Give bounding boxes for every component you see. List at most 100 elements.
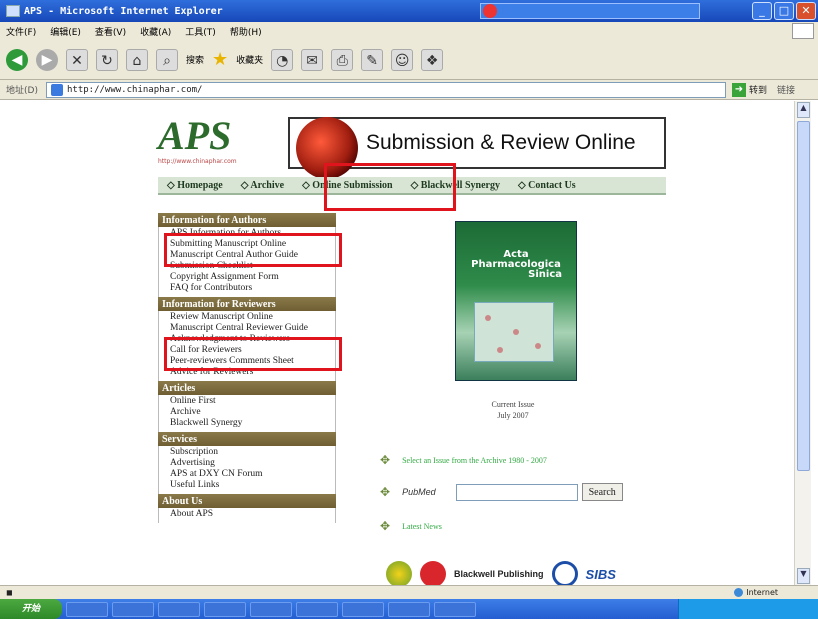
nav-contact-us[interactable]: ◇ Contact Us	[509, 180, 585, 191]
status-page-icon: ◼	[6, 588, 13, 597]
latest-news-row: ✥ Latest News	[380, 519, 442, 533]
header-banner: Submission & Review Online	[288, 117, 666, 179]
search-icon[interactable]: ⌕	[156, 48, 178, 71]
mail-icon[interactable]: ✉	[301, 48, 324, 71]
diamond-bullet-icon: ✥	[380, 519, 391, 533]
diamond-bullet-icon: ✥	[380, 485, 391, 499]
research-icon[interactable]: ❖	[421, 48, 444, 71]
windows-logo-icon	[792, 23, 814, 39]
menu-edit[interactable]: 编辑(E)	[50, 25, 81, 38]
scroll-up-icon[interactable]: ▲	[797, 102, 810, 118]
cover-figure	[474, 302, 554, 362]
go-arrow-icon: ➜	[732, 82, 746, 97]
taskbar: 开始	[0, 599, 818, 619]
sidebar-item[interactable]: Copyright Assignment Form	[170, 272, 335, 283]
window-title: APS - Microsoft Internet Explorer	[24, 5, 223, 17]
home-icon[interactable]: ⌂	[126, 48, 148, 71]
edit-icon[interactable]: ✎	[361, 48, 384, 71]
history-icon[interactable]: ◔	[271, 48, 294, 71]
taskbar-window[interactable]	[204, 601, 246, 617]
sponsor-emblem-icon[interactable]	[386, 561, 412, 585]
refresh-icon[interactable]: ↻	[96, 48, 118, 71]
latest-news-link[interactable]: Latest News	[402, 522, 442, 531]
scroll-down-icon[interactable]: ▼	[797, 568, 810, 584]
system-tray[interactable]	[678, 599, 818, 619]
nav-homepage[interactable]: ◇ Homepage	[158, 180, 232, 191]
vertical-scrollbar[interactable]: ▲ ▼	[794, 101, 811, 585]
sidebar-item[interactable]: Online First	[170, 396, 335, 407]
sidebar-item[interactable]: Subscription	[170, 447, 335, 458]
search-button[interactable]: Search	[581, 483, 623, 501]
address-label: 地址(D)	[6, 86, 38, 96]
highlight-online-submission	[324, 163, 456, 211]
window-controls: _ □ ✕	[752, 2, 816, 20]
sidebar-item[interactable]: APS at DXY CN Forum	[170, 469, 335, 480]
internet-globe-icon	[734, 588, 744, 597]
menu-favorites[interactable]: 收藏(A)	[140, 25, 171, 38]
sponsor-logos: Blackwell Publishing SIBS	[386, 561, 616, 585]
menu-tools[interactable]: 工具(T)	[185, 25, 216, 38]
maximize-button[interactable]: □	[774, 2, 794, 20]
back-icon[interactable]: ◀	[6, 48, 28, 71]
sidebar-item[interactable]: Review Manuscript Online	[170, 312, 335, 323]
toolbar-ad-box	[480, 3, 700, 19]
sidebar-item[interactable]: FAQ for Contributors	[170, 283, 335, 294]
browser-toolbar: ◀ ▶ ✕ ↻ ⌂ ⌕ 搜索 ★ 收藏夹 ◔ ✉ ⎙ ✎ ☺ ❖	[0, 40, 818, 80]
current-issue-caption[interactable]: Current Issue July 2007	[478, 399, 548, 421]
forward-icon[interactable]: ▶	[36, 48, 58, 71]
logo-text: APS	[158, 113, 232, 158]
ie-app-icon	[6, 5, 20, 17]
scrollbar-thumb[interactable]	[797, 121, 810, 471]
search-label[interactable]: 搜索	[186, 53, 204, 66]
favorites-label[interactable]: 收藏夹	[236, 53, 263, 66]
sidebar-heading-articles: Articles	[158, 381, 336, 395]
archive-select-link[interactable]: Select an Issue from the Archive 1980 - …	[402, 456, 547, 465]
menu-file[interactable]: 文件(F)	[6, 25, 36, 38]
address-url[interactable]: http://www.chinaphar.com/	[67, 85, 202, 95]
stop-icon[interactable]: ✕	[66, 48, 88, 71]
sidebar-list-services: Subscription Advertising APS at DXY CN F…	[158, 446, 336, 494]
print-icon[interactable]: ⎙	[331, 48, 354, 71]
go-button[interactable]: ➜ 转到	[732, 82, 767, 97]
sidebar-heading-authors: Information for Authors	[158, 213, 336, 227]
menu-bar: 文件(F) 编辑(E) 查看(V) 收藏(A) 工具(T) 帮助(H)	[0, 22, 818, 40]
links-label[interactable]: 链接	[777, 83, 795, 96]
start-button[interactable]: 开始	[0, 599, 62, 619]
taskbar-window[interactable]	[250, 601, 292, 617]
taskbar-window[interactable]	[296, 601, 338, 617]
nav-archive[interactable]: ◇ Archive	[232, 180, 293, 191]
taskbar-window[interactable]	[342, 601, 384, 617]
sidebar-item[interactable]: Advertising	[170, 458, 335, 469]
aps-logo[interactable]: APS http://www.chinaphar.com	[158, 113, 237, 166]
close-button[interactable]: ✕	[796, 2, 816, 20]
status-bar: ◼ Internet	[0, 585, 818, 599]
favorites-star-icon[interactable]: ★	[212, 49, 228, 70]
diamond-bullet-icon: ✥	[380, 453, 391, 467]
cover-title-line: Sinica	[528, 269, 562, 280]
sidebar-item[interactable]: Manuscript Central Reviewer Guide	[170, 323, 335, 334]
banner-title: Submission & Review Online	[366, 131, 636, 154]
address-input[interactable]: http://www.chinaphar.com/	[46, 81, 726, 98]
taskbar-window[interactable]	[112, 601, 154, 617]
search-input[interactable]	[455, 483, 578, 501]
quick-launch[interactable]	[66, 601, 108, 617]
sidebar-item[interactable]: Blackwell Synergy	[170, 418, 335, 429]
pubmed-logo[interactable]: PubMed	[402, 487, 436, 497]
blackwell-logo-icon[interactable]	[420, 561, 446, 585]
taskbar-window[interactable]	[434, 601, 476, 617]
society-emblem-icon[interactable]	[551, 561, 578, 585]
sidebar-item[interactable]: About APS	[170, 509, 335, 520]
sidebar-item[interactable]: Archive	[170, 407, 335, 418]
menu-help[interactable]: 帮助(H)	[230, 25, 262, 38]
minimize-button[interactable]: _	[752, 2, 772, 20]
title-bar: APS - Microsoft Internet Explorer _ □ ✕	[0, 0, 818, 22]
sidebar-item[interactable]: Useful Links	[170, 480, 335, 491]
journal-cover-image[interactable]: Acta Pharmacologica Sinica	[455, 221, 577, 381]
sibs-logo[interactable]: SIBS	[586, 567, 616, 582]
menu-view[interactable]: 查看(V)	[95, 25, 126, 38]
taskbar-window[interactable]	[388, 601, 430, 617]
taskbar-window[interactable]	[158, 601, 200, 617]
messenger-icon[interactable]: ☺	[391, 48, 414, 71]
page-icon	[51, 83, 63, 96]
sidebar-list-articles: Online First Archive Blackwell Synergy	[158, 395, 336, 432]
